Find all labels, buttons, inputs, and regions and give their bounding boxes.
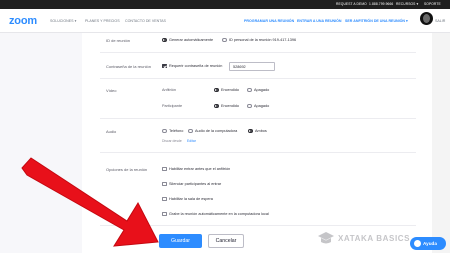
mute-on-entry-label: Silenciar participantes al entrar — [169, 182, 222, 186]
auto-record-checkbox[interactable] — [162, 211, 167, 216]
avatar[interactable] — [420, 12, 433, 25]
meeting-options-label: Opciones de la reunión — [106, 167, 148, 172]
nav-contact-sales[interactable]: CONTACTO DE VENTAS — [125, 19, 166, 23]
audio-phone-label: Teléfono — [169, 129, 184, 133]
waiting-room-checkbox[interactable] — [162, 196, 167, 201]
audio-both-label: Ambos — [255, 129, 267, 133]
audio-computer-label: Audio de la computadora — [195, 129, 238, 133]
nav-solutions[interactable]: SOLUCIONES ▾ — [50, 19, 76, 23]
sign-out-link[interactable]: SALIR — [435, 19, 445, 23]
dialin-edit-link[interactable]: Editar — [187, 139, 196, 143]
main-header: zoom SOLUCIONES ▾ PLANES Y PRECIOS CONTA… — [0, 9, 450, 33]
video-host-on-radio[interactable] — [214, 87, 219, 92]
meeting-id-auto-radio[interactable] — [162, 37, 167, 42]
mute-on-entry-checkbox[interactable] — [162, 181, 167, 186]
meeting-id-label: ID de reunión — [106, 38, 131, 43]
divider — [100, 152, 416, 153]
cancel-button[interactable]: Cancelar — [208, 234, 244, 248]
audio-phone-radio[interactable] — [162, 128, 167, 133]
zoom-logo[interactable]: zoom — [9, 15, 37, 27]
schedule-meeting-link[interactable]: PROGRAMAR UNA REUNIÓN — [244, 19, 294, 23]
require-password-label: Requerir contraseña de reunión — [169, 64, 223, 68]
password-input[interactable]: 528692 — [229, 62, 275, 71]
phone-number: 1.888.799.9666 — [369, 2, 394, 6]
dialin-from-label: Discar desde — [162, 139, 182, 143]
auto-record-label: Grabe la reunión automáticamente en la c… — [169, 212, 269, 216]
video-host-label: Anfitrión — [162, 88, 176, 92]
meeting-id-auto-label: Generar automáticamente — [169, 38, 214, 42]
sidebar — [0, 33, 82, 253]
meeting-id-personal-label: ID personal de la reunión 919-417-1396 — [229, 38, 297, 42]
join-before-host-label: Habilitar entrar antes que el anfitrión — [169, 167, 231, 171]
join-meeting-link[interactable]: ENTRAR A UNA REUNIÓN — [297, 19, 342, 23]
audio-label: Audio — [106, 129, 117, 134]
video-participant-on-label: Encendido — [221, 104, 239, 108]
scrollbar[interactable] — [432, 33, 450, 253]
resources-menu[interactable]: RECURSOS ▾ — [396, 2, 418, 6]
join-before-host-checkbox[interactable] — [162, 166, 167, 171]
watermark: XATAKA BASICS — [338, 234, 411, 243]
top-utility-bar: REQUEST A DEMO 1.888.799.9666 RECURSOS ▾… — [0, 0, 450, 9]
video-participant-off-radio[interactable] — [247, 103, 252, 108]
save-button[interactable]: Guardar — [159, 234, 202, 248]
video-host-on-label: Encendido — [221, 88, 239, 92]
help-icon — [414, 240, 421, 247]
audio-both-radio[interactable] — [248, 128, 253, 133]
graduation-cap-icon — [318, 232, 334, 244]
video-participant-off-label: Apagado — [254, 104, 270, 108]
video-participant-on-radio[interactable] — [214, 103, 219, 108]
divider — [100, 225, 416, 226]
video-host-off-label: Apagado — [254, 88, 270, 92]
host-meeting-menu[interactable]: SER ANFITRIÓN DE UNA REUNIÓN ▾ — [345, 19, 408, 23]
divider — [100, 78, 416, 79]
divider — [100, 52, 416, 53]
require-password-checkbox[interactable] — [162, 63, 167, 68]
video-label: Vídeo — [106, 88, 117, 93]
nav-plans[interactable]: PLANES Y PRECIOS — [85, 19, 120, 23]
request-demo-link[interactable]: REQUEST A DEMO — [336, 2, 367, 6]
help-label: Ayuda — [423, 240, 437, 246]
video-host-off-radio[interactable] — [247, 87, 252, 92]
waiting-room-label: Habilitar la sala de espera — [169, 197, 213, 201]
support-link[interactable]: SOPORTE — [424, 2, 441, 6]
video-participant-label: Participante — [162, 104, 183, 108]
audio-computer-radio[interactable] — [188, 128, 193, 133]
meeting-id-personal-radio[interactable] — [222, 37, 227, 42]
divider — [100, 118, 416, 119]
password-label: Contraseña de la reunión — [106, 64, 151, 69]
